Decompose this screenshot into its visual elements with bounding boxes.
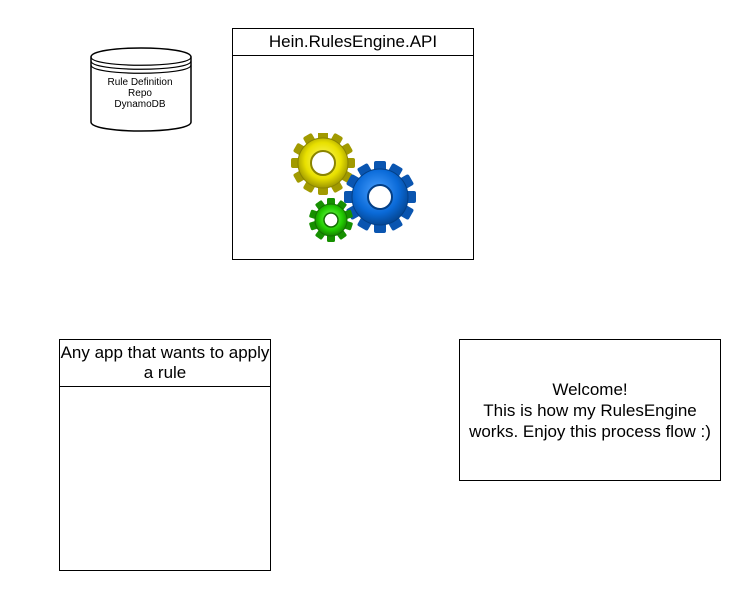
- rule-definition-database[interactable]: Rule Definition Repo DynamoDB: [90, 47, 192, 133]
- rules-engine-api-container[interactable]: Hein.RulesEngine.API: [232, 28, 474, 260]
- welcome-note-line-1: Welcome!: [552, 379, 628, 399]
- app-container-title: Any app that wants to apply a rule: [60, 340, 270, 387]
- database-label-line-1: Rule Definition: [107, 77, 173, 88]
- database-label-line-2: Repo: [128, 88, 152, 99]
- client-app-container[interactable]: Any app that wants to apply a rule: [59, 339, 271, 571]
- database-label-line-3: DynamoDB: [114, 99, 166, 110]
- welcome-note[interactable]: Welcome! This is how my RulesEngine work…: [459, 339, 721, 481]
- diagram-canvas: Rule Definition Repo DynamoDB Hein.Rules…: [0, 0, 740, 590]
- yellow-gear-icon: [291, 133, 355, 195]
- database-label: Rule Definition Repo DynamoDB: [90, 77, 190, 110]
- gears-icon: [291, 133, 416, 242]
- green-gear-icon: [309, 198, 353, 242]
- welcome-note-line-2: This is how my RulesEngine works. Enjoy …: [469, 400, 711, 441]
- api-container-title: Hein.RulesEngine.API: [233, 29, 473, 56]
- blue-gear-icon: [344, 161, 416, 233]
